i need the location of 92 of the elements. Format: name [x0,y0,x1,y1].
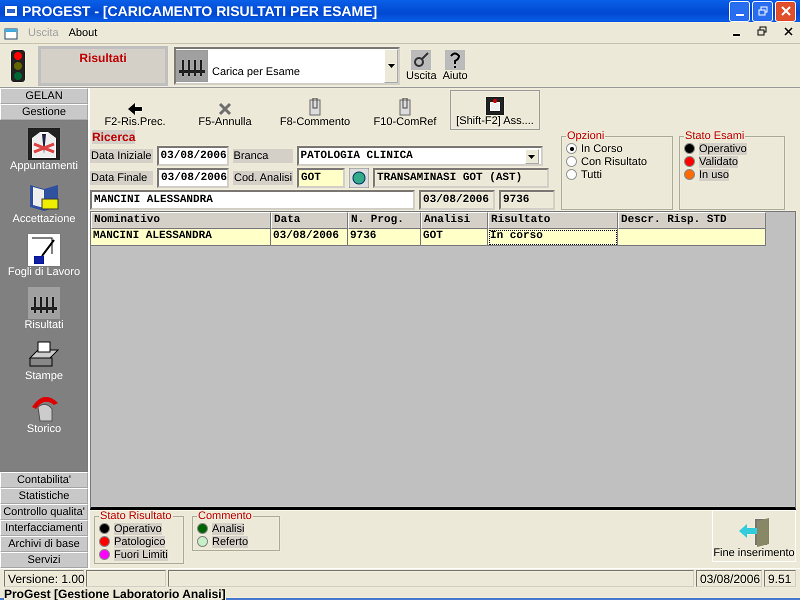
sidebar-item[interactable]: Fogli di Lavoro [8,234,80,283]
dropdown-button[interactable] [384,48,398,82]
sidebar-section[interactable]: Contabilita' [0,472,88,488]
cross-icon [218,102,232,116]
table-cell: 9736 [348,229,421,246]
table-row[interactable]: MANCINI ALESSANDRA 03/08/2006 9736 GOT In corso [91,229,766,246]
patient-name-field: MANCINI ALESSANDRA [90,190,415,210]
sidebar-header[interactable]: Gestione [0,104,88,120]
status-date: 03/08/2006 [696,570,762,587]
help-icon [445,50,466,70]
field-label: Data Finale [90,171,153,185]
module-label: Risultati [38,46,168,86]
group-title: Stato Esami [684,130,746,142]
minimize-icon [736,14,744,16]
close-icon [780,6,790,16]
analysis-description-field: TRANSAMINASI GOT (AST) [373,168,549,188]
action-button[interactable]: F8-Commento [270,90,360,130]
field-label: Branca [232,149,293,163]
app-icon [4,4,18,18]
sidebar-section[interactable]: Archivi di base [0,536,88,552]
paperclip-icon [399,98,411,116]
column-header: Risultato [488,212,618,229]
test-tubes-icon [176,50,208,82]
legend-label: Operativo [699,142,747,154]
analysis-code-field[interactable]: GOT [297,168,345,188]
radio-option[interactable]: Tutti [566,168,602,181]
sidebar-header[interactable]: GELAN [0,88,88,104]
key-icon [411,50,432,70]
branca-dropdown[interactable]: PATOLOGIA CLINICA [296,146,543,166]
table-cell: In corso [488,229,618,246]
shirt-icon [28,128,60,160]
radio-option[interactable]: In Corso [566,142,623,155]
legend-label: Referto [212,536,248,548]
legend-label: Analisi [212,522,244,534]
dropdown-button[interactable] [524,148,539,164]
section-title: Ricerca [92,130,136,144]
sidebar-section[interactable]: Interfacciamenti [0,520,88,536]
radio-option[interactable]: Con Risultato [566,155,648,168]
action-button[interactable]: [Shift-F2] Ass.... [450,90,540,130]
end-date-field[interactable]: 03/08/2006 [157,168,229,188]
legend-label: Fuori Limiti [114,548,168,560]
sidebar-section[interactable]: Controllo qualita' [0,504,88,520]
search-icon[interactable] [349,168,369,188]
version-label: Versione: 1.00 [4,570,84,587]
column-header: Data [271,212,348,229]
group-title: Opzioni [566,130,606,142]
table-cell: MANCINI ALESSANDRA [91,229,271,246]
sidebar-item[interactable]: Risultati [24,287,64,336]
help-button[interactable]: Aiuto [442,50,468,82]
legend-label: Operativo [114,522,162,534]
exit-button[interactable]: Uscita [406,50,437,82]
left-arrow-icon [127,102,143,116]
finish-button[interactable]: Fine inserimento [712,510,796,562]
maximize-button[interactable] [752,0,773,22]
table-cell: GOT [421,229,488,246]
mode-dropdown[interactable]: Carica per Esame [174,46,400,84]
status-time: 9.51 [764,570,796,587]
caret-icon [528,154,536,158]
patient-number-field: 9736 [499,190,555,210]
exit-door-icon [737,517,771,547]
group-title: Stato Risultato [99,510,173,522]
action-button[interactable]: F10-ComRef [360,90,450,130]
window-icon [4,26,18,40]
start-date-field[interactable]: 03/08/2006 [156,146,229,166]
table-cell: 03/08/2006 [271,229,348,246]
paperclip-icon [309,98,321,116]
patient-date-field: 03/08/2006 [419,190,495,210]
sidebar-section[interactable]: Statistiche [0,488,88,504]
sidebar-item[interactable]: Appuntamenti [10,128,78,177]
sidebar-item[interactable]: Storico [26,393,62,442]
sidebar-section[interactable]: Servizi [0,552,88,568]
legend-label: Validato [699,156,738,168]
sidebar-item[interactable]: Stampe [25,340,63,389]
group-title: Commento [197,510,253,522]
picture-icon [486,97,504,115]
window-title: PROGEST - [CARICAMENTO RISULTATI PER ESAME] [22,3,378,19]
caret-icon [388,64,394,68]
test-tubes-icon [28,287,60,319]
column-header: N. Prog. [348,212,421,229]
column-header: Analisi [421,212,488,229]
close-icon [784,26,792,36]
column-header: Nominativo [91,212,271,229]
action-button[interactable]: F5-Annulla [180,90,270,130]
action-button[interactable]: F2-Ris.Prec. [90,90,180,130]
minimize-icon [732,34,740,36]
legend-label: In uso [699,168,729,180]
menu-item[interactable]: About [68,26,98,38]
legend-label: Patologico [114,536,166,548]
column-header: Descr. Risp. STD [618,212,766,229]
sidebar-item[interactable]: Accettazione [12,181,76,230]
field-label: Cod. Analisi [233,171,293,185]
field-label: Data Iniziale [90,149,153,163]
